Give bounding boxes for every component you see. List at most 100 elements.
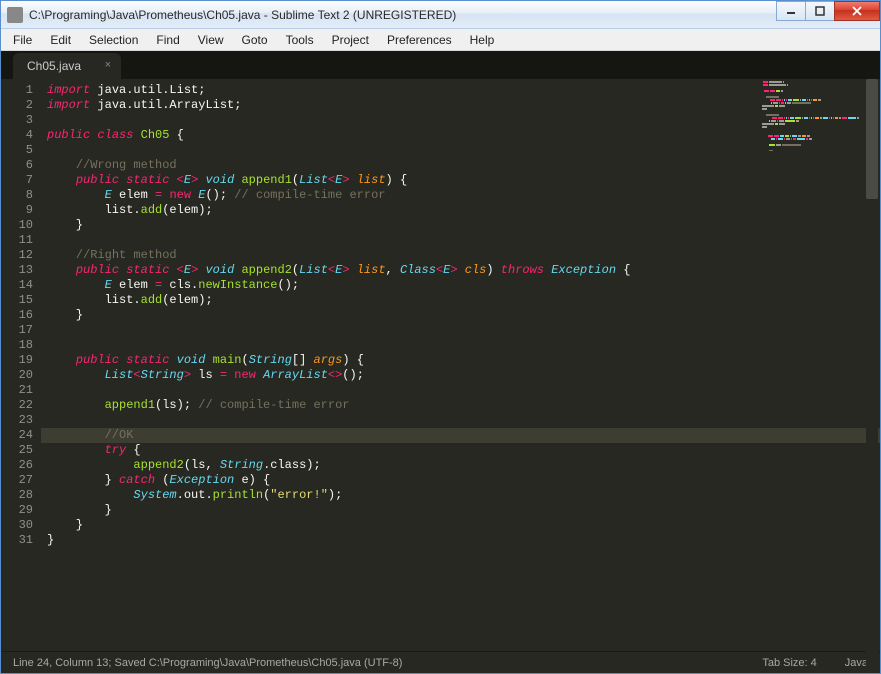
line-number: 20 xyxy=(1,368,33,383)
line-number: 3 xyxy=(1,113,33,128)
line-number: 1 xyxy=(1,83,33,98)
minimize-button[interactable] xyxy=(776,1,806,21)
line-number: 4 xyxy=(1,128,33,143)
line-number: 8 xyxy=(1,188,33,203)
close-button[interactable] xyxy=(834,1,880,21)
line-number: 25 xyxy=(1,443,33,458)
code-line: append2(ls, String.class); xyxy=(47,458,880,473)
line-number: 11 xyxy=(1,233,33,248)
minimap-line xyxy=(762,105,862,107)
minimap-line xyxy=(762,129,862,131)
code-line: list.add(elem); xyxy=(47,203,880,218)
minimap-line xyxy=(762,144,862,146)
minimap-line xyxy=(762,90,862,92)
minimap-line xyxy=(762,117,862,119)
menu-help[interactable]: Help xyxy=(462,31,503,49)
code-line: //Right method xyxy=(47,248,880,263)
line-number: 28 xyxy=(1,488,33,503)
code-line: import java.util.List; xyxy=(47,83,880,98)
line-number: 5 xyxy=(1,143,33,158)
line-number: 31 xyxy=(1,533,33,548)
minimap-line xyxy=(762,132,862,134)
minimap-line xyxy=(762,120,862,122)
minimap-line xyxy=(762,102,862,104)
vertical-scrollbar[interactable] xyxy=(866,79,878,671)
menu-view[interactable]: View xyxy=(190,31,232,49)
code-line: E elem = new E(); // compile-time error xyxy=(47,188,880,203)
line-number: 15 xyxy=(1,293,33,308)
minimap-line xyxy=(762,114,862,116)
titlebar[interactable]: C:\Programing\Java\Prometheus\Ch05.java … xyxy=(1,1,880,29)
line-number: 27 xyxy=(1,473,33,488)
code-line: } catch (Exception e) { xyxy=(47,473,880,488)
menu-edit[interactable]: Edit xyxy=(42,31,79,49)
line-number: 10 xyxy=(1,218,33,233)
line-number: 16 xyxy=(1,308,33,323)
status-tab-size[interactable]: Tab Size: 4 xyxy=(762,657,816,669)
menu-selection[interactable]: Selection xyxy=(81,31,146,49)
line-number: 7 xyxy=(1,173,33,188)
minimap-line xyxy=(762,123,862,125)
minimap-line xyxy=(762,138,862,140)
code-line: //Wrong method xyxy=(47,158,880,173)
code-line xyxy=(47,413,880,428)
code-line xyxy=(47,143,880,158)
line-number: 19 xyxy=(1,353,33,368)
status-syntax[interactable]: Java xyxy=(845,657,868,669)
current-line-highlight xyxy=(41,428,880,443)
code-line: public static <E> void append2(List<E> l… xyxy=(47,263,880,278)
code-line xyxy=(47,323,880,338)
minimap[interactable] xyxy=(762,81,862,151)
line-number-gutter: 1234567891011121314151617181920212223242… xyxy=(1,79,41,651)
code-line: append1(ls); // compile-time error xyxy=(47,398,880,413)
code-line: public class Ch05 { xyxy=(47,128,880,143)
code-line xyxy=(47,383,880,398)
close-icon xyxy=(852,6,862,16)
menu-tools[interactable]: Tools xyxy=(278,31,322,49)
code-line: list.add(elem); xyxy=(47,293,880,308)
tab-close-icon[interactable]: × xyxy=(105,59,111,71)
code-line: E elem = cls.newInstance(); xyxy=(47,278,880,293)
code-editor[interactable]: import java.util.List;import java.util.A… xyxy=(41,79,880,651)
maximize-icon xyxy=(815,6,825,16)
app-icon xyxy=(7,7,23,23)
code-line: try { xyxy=(47,443,880,458)
code-line: List<String> ls = new ArrayList<>(); xyxy=(47,368,880,383)
window-controls xyxy=(777,1,880,21)
line-number: 2 xyxy=(1,98,33,113)
code-line: } xyxy=(47,218,880,233)
line-number: 24 xyxy=(1,428,33,443)
statusbar: Line 24, Column 13; Saved C:\Programing\… xyxy=(1,651,880,673)
line-number: 22 xyxy=(1,398,33,413)
minimap-line xyxy=(762,126,862,128)
line-number: 17 xyxy=(1,323,33,338)
line-number: 18 xyxy=(1,338,33,353)
menu-file[interactable]: File xyxy=(5,31,40,49)
menu-preferences[interactable]: Preferences xyxy=(379,31,460,49)
code-line xyxy=(47,113,880,128)
code-line: public static <E> void append1(List<E> l… xyxy=(47,173,880,188)
line-number: 30 xyxy=(1,518,33,533)
minimap-line xyxy=(762,141,862,143)
maximize-button[interactable] xyxy=(805,1,835,21)
status-message: Line 24, Column 13; Saved C:\Programing\… xyxy=(13,657,762,669)
minimap-line xyxy=(762,84,862,86)
code-line: import java.util.ArrayList; xyxy=(47,98,880,113)
menubar: File Edit Selection Find View Goto Tools… xyxy=(1,29,880,51)
line-number: 21 xyxy=(1,383,33,398)
line-number: 23 xyxy=(1,413,33,428)
menu-project[interactable]: Project xyxy=(324,31,377,49)
line-number: 14 xyxy=(1,278,33,293)
code-line: } xyxy=(47,518,880,533)
scrollbar-thumb[interactable] xyxy=(866,79,878,199)
minimap-line xyxy=(762,96,862,98)
minimap-line xyxy=(762,111,862,113)
editor-area: Ch05.java × 1234567891011121314151617181… xyxy=(1,51,880,673)
code-line: } xyxy=(47,503,880,518)
line-number: 9 xyxy=(1,203,33,218)
menu-goto[interactable]: Goto xyxy=(234,31,276,49)
tab-ch05[interactable]: Ch05.java × xyxy=(13,53,121,79)
menu-find[interactable]: Find xyxy=(148,31,187,49)
code-container: 1234567891011121314151617181920212223242… xyxy=(1,79,880,651)
minimap-line xyxy=(762,81,862,83)
